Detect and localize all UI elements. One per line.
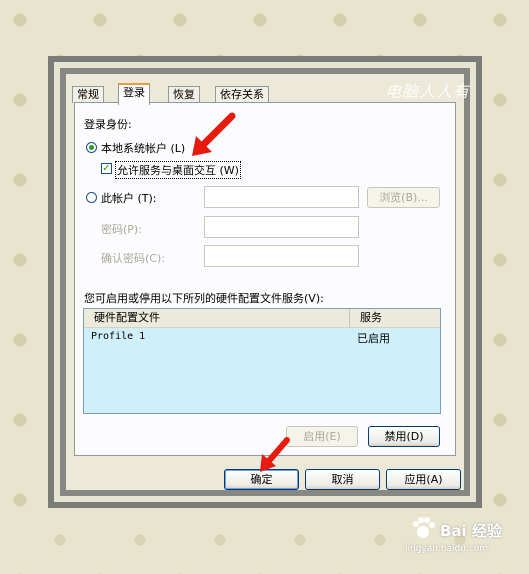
tab-general[interactable]: 常规 [72, 86, 104, 103]
password-input[interactable] [204, 216, 359, 238]
profile-cell: Profile 1 [91, 331, 146, 342]
apply-button[interactable]: 应用(A) [386, 469, 461, 490]
account-input[interactable] [204, 186, 359, 208]
cancel-button[interactable]: 取消 [305, 469, 380, 490]
disable-button[interactable]: 禁用(D) [368, 426, 440, 447]
tab-recovery[interactable]: 恢复 [168, 86, 200, 103]
local-system-label[interactable]: 本地系统帐户 (L) [101, 140, 185, 156]
watermark-text: 电脑人人有 [385, 82, 471, 101]
interact-desktop-label[interactable]: 允许服务与桌面交互 (W) [115, 161, 241, 179]
password-label: 密码(P): [101, 223, 142, 236]
this-account-radio[interactable] [86, 192, 97, 203]
red-arrow-icon [260, 437, 290, 472]
column-header-service[interactable]: 服务 [349, 309, 434, 327]
interact-desktop-checkbox[interactable]: ✓ [101, 163, 112, 174]
baidu-logo-text: Bai 经验 [440, 522, 502, 540]
column-header-profile[interactable]: 硬件配置文件 [84, 309, 349, 327]
confirm-password-label: 确认密码(C): [101, 252, 165, 265]
local-system-radio[interactable] [86, 142, 97, 153]
service-cell: 已启用 [357, 332, 390, 345]
tab-logon[interactable]: 登录 [118, 83, 150, 105]
list-header: 硬件配置文件 服务 [84, 309, 440, 328]
browse-button[interactable]: 浏览(B)... [367, 187, 440, 208]
profiles-description: 您可启用或停用以下所列的硬件配置文件服务(V): [84, 292, 324, 305]
logon-as-label: 登录身份: [84, 118, 132, 131]
this-account-label[interactable]: 此帐户 (T): [101, 190, 157, 206]
tab-dependencies[interactable]: 依存关系 [215, 86, 269, 103]
paw-logo-icon [413, 517, 435, 538]
enable-button[interactable]: 启用(E) [286, 426, 358, 447]
baidu-url: jingyan.baidu.com [405, 544, 489, 554]
confirm-password-input[interactable] [204, 245, 359, 267]
hardware-profile-list[interactable]: 硬件配置文件 服务 Profile 1 已启用 [83, 308, 441, 414]
red-arrow-icon [192, 112, 236, 156]
